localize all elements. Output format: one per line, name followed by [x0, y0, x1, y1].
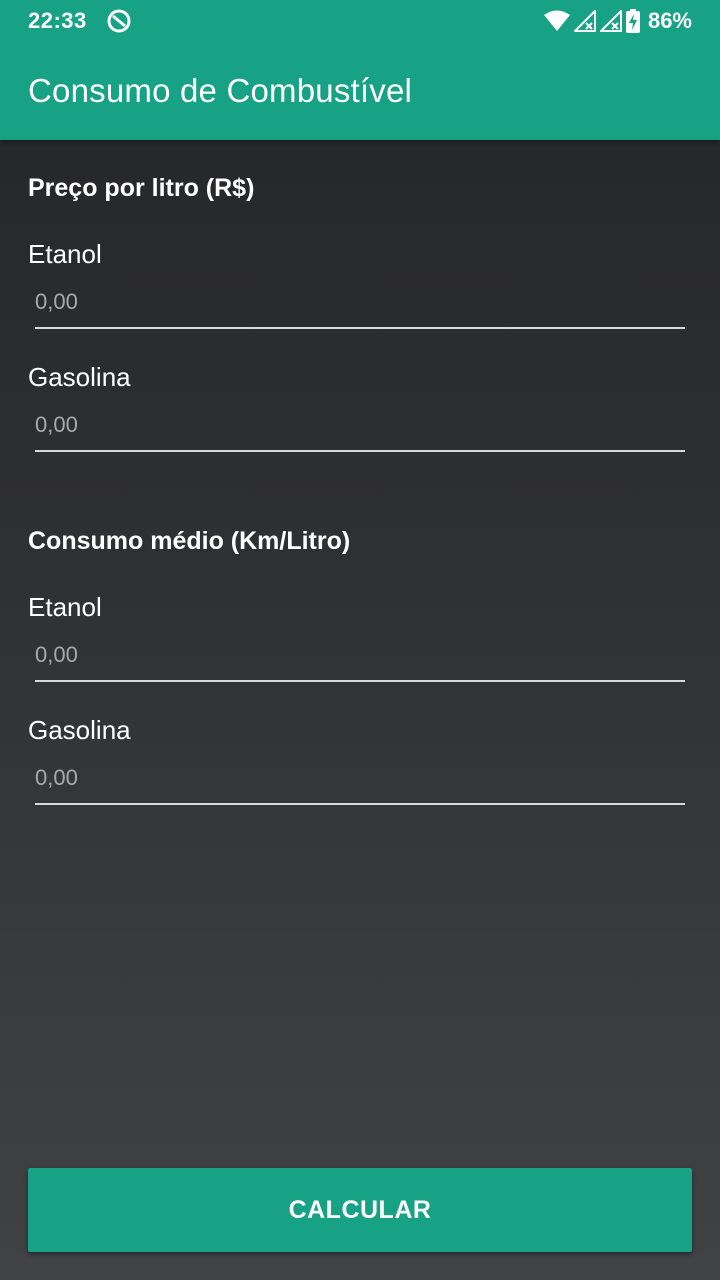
battery-charging-icon — [625, 9, 640, 33]
consumption-ethanol-input[interactable] — [35, 638, 685, 682]
consumption-section-title: Consumo médio (Km/Litro) — [28, 527, 351, 555]
consumption-ethanol-label: Etanol — [28, 592, 102, 622]
consumption-gasoline-label: Gasolina — [28, 715, 131, 745]
battery-percentage: 86% — [647, 8, 692, 33]
signal-icon — [599, 10, 622, 32]
price-gasoline-label: Gasolina — [28, 362, 131, 392]
signal-icon — [573, 10, 596, 32]
status-time: 22:33 — [28, 8, 87, 33]
notification-icon — [106, 8, 132, 34]
status-icons: 86% — [543, 7, 692, 35]
price-ethanol-input[interactable] — [35, 285, 685, 329]
app-header: 22:33 86% Consumo de Combustível — [0, 0, 720, 140]
consumption-gasoline-input[interactable] — [35, 761, 685, 805]
price-gasoline-input[interactable] — [35, 408, 685, 452]
wifi-icon — [543, 10, 570, 32]
price-section-title: Preço por litro (R$) — [28, 174, 255, 202]
price-ethanol-label: Etanol — [28, 239, 102, 269]
calculate-button[interactable]: CALCULAR — [28, 1168, 692, 1252]
page-title: Consumo de Combustível — [28, 72, 413, 109]
status-bar: 22:33 86% — [0, 0, 720, 44]
